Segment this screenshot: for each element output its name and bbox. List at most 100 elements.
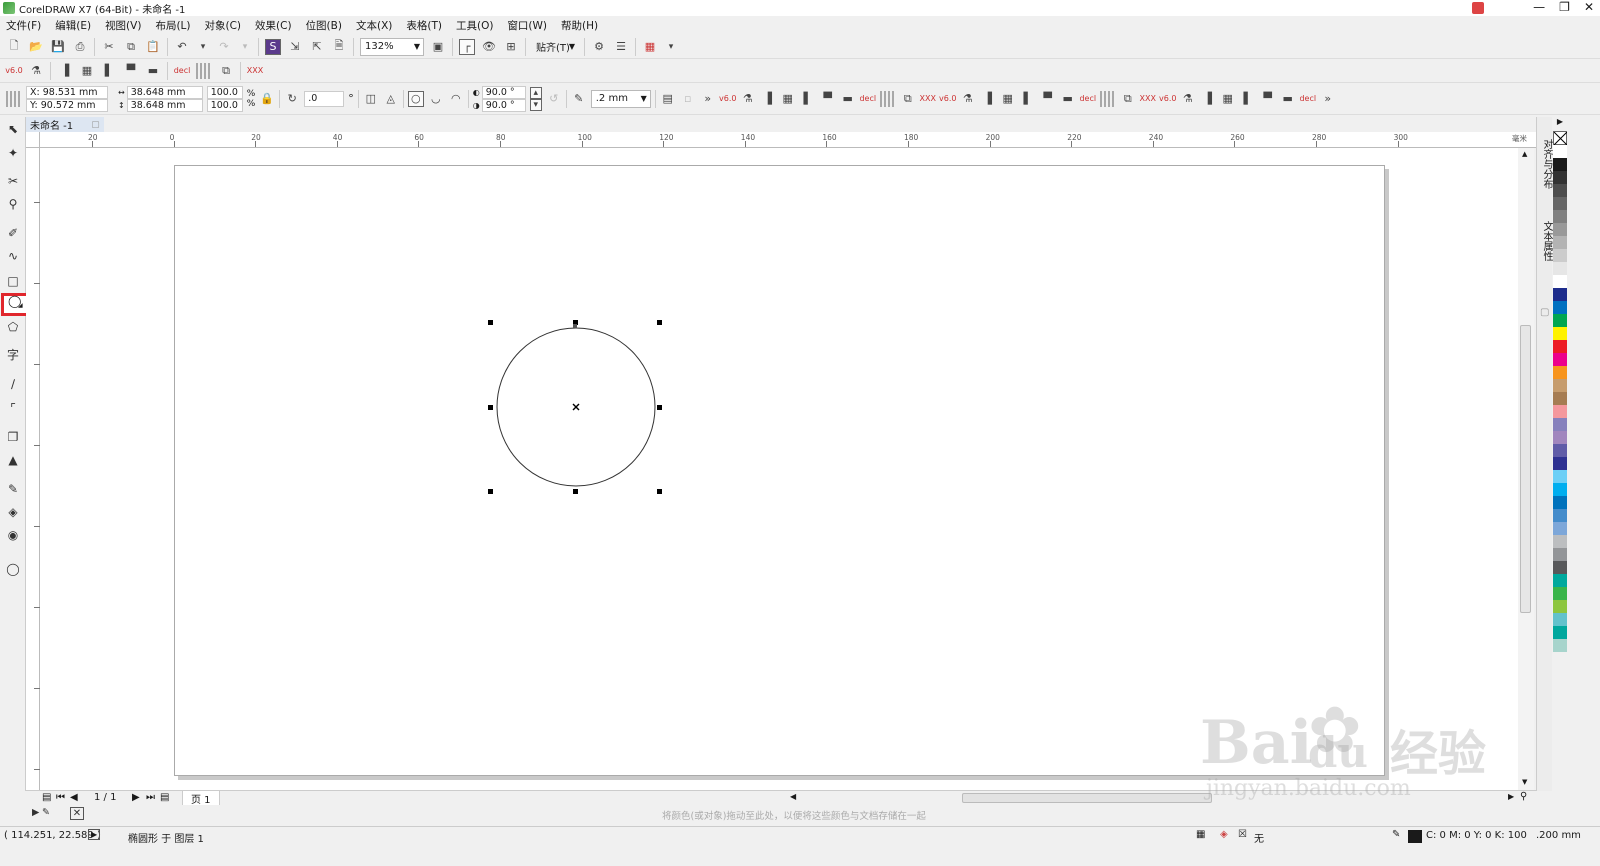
options-icon[interactable]: ⚙ [591, 39, 607, 55]
open-folder-icon[interactable]: 📂 [28, 39, 44, 55]
search-content-icon[interactable]: S [265, 38, 281, 55]
align-top-icon[interactable]: ▀ [123, 63, 139, 79]
application-launcher-icon[interactable]: ☰ [613, 39, 629, 55]
convert-to-curves-icon[interactable]: ▫ [680, 91, 696, 107]
scale-x-field[interactable]: 100.0 [206, 85, 243, 99]
color-swatch[interactable] [1553, 405, 1567, 418]
align-center-icon[interactable]: ▦ [780, 91, 796, 107]
polygon-tool-icon[interactable]: ⬠ [4, 318, 22, 336]
menu-text[interactable]: 文本(X) [356, 18, 392, 33]
smart-fill-tool-icon[interactable]: ◉ [4, 526, 22, 544]
color-swatch[interactable] [1553, 626, 1567, 639]
macro-users-icon[interactable]: ⚗ [28, 63, 44, 79]
paste-icon[interactable]: 📋 [145, 39, 161, 55]
macro-v60-icon[interactable]: v6.0 [719, 91, 736, 107]
macro-v60-icon[interactable]: v6.0 [939, 91, 956, 107]
menu-view[interactable]: 视图(V) [105, 18, 141, 33]
color-swatch[interactable] [1553, 314, 1567, 327]
ellipse-node[interactable] [573, 324, 577, 328]
end-angle-field[interactable]: 90.0 ° [481, 98, 526, 112]
align-middle-icon[interactable]: ▬ [1060, 91, 1076, 107]
selection-handle[interactable] [488, 320, 493, 325]
add-tab-icon[interactable]: ▢ [91, 120, 100, 130]
connector-tool-icon[interactable]: ⌜ [4, 399, 22, 417]
color-swatch[interactable] [1553, 561, 1567, 574]
wrap-text-icon[interactable]: ▤ [660, 91, 676, 107]
document-tab[interactable]: 未命名 -1 ▢ [26, 117, 104, 132]
scroll-up-icon[interactable]: ▲ [1522, 150, 1527, 158]
last-page-icon[interactable]: ⏭ [146, 792, 155, 803]
status-play-icon[interactable]: ▶ [88, 829, 101, 840]
color-swatch[interactable] [1553, 574, 1567, 587]
macro-v60-icon[interactable]: v6.0 [1159, 91, 1176, 107]
transparency-tool-icon[interactable]: ▲ [4, 451, 22, 469]
color-swatch[interactable] [1553, 353, 1567, 366]
color-swatch[interactable] [1553, 158, 1567, 171]
menu-layout[interactable]: 布局(L) [155, 18, 190, 33]
color-swatch[interactable] [1553, 457, 1567, 470]
selection-handle[interactable] [657, 405, 662, 410]
import-icon[interactable]: ⇲ [287, 39, 303, 55]
snap-to-select[interactable]: 贴齐(T) ▼ [532, 38, 578, 56]
color-swatch[interactable] [1553, 262, 1567, 275]
angle-up-icon[interactable]: ▴ [529, 86, 542, 99]
align-middle-icon[interactable]: ▬ [1280, 91, 1296, 107]
align-center-icon[interactable]: ▦ [79, 63, 95, 79]
mirror-vertical-icon[interactable]: ◬ [383, 91, 399, 107]
freehand-tool-icon[interactable]: ✐ [4, 224, 22, 242]
color-swatch[interactable] [1553, 327, 1567, 340]
color-swatch[interactable] [1553, 613, 1567, 626]
artistic-media-tool-icon[interactable]: ∿ [4, 247, 22, 265]
color-swatch[interactable] [1553, 366, 1567, 379]
y-position-field[interactable]: Y: 90.572 mm [26, 98, 108, 112]
scale-y-field[interactable]: 100.0 [206, 98, 243, 112]
print-icon[interactable]: ⎙ [72, 39, 88, 55]
color-swatch[interactable] [1553, 340, 1567, 353]
palette-scroll-up-icon[interactable]: ▶ [1552, 117, 1568, 131]
cut-icon[interactable]: ✂ [101, 39, 117, 55]
minimize-icon[interactable]: — [1533, 0, 1545, 14]
color-swatch[interactable] [1553, 236, 1567, 249]
start-angle-field[interactable]: 90.0 ° [481, 85, 526, 99]
zoom-navigator-icon[interactable]: ⚲ [1520, 791, 1527, 802]
save-icon[interactable]: 💾 [50, 39, 66, 55]
distribute-icon[interactable] [1099, 90, 1116, 107]
view-mode-icon[interactable]: 👁 [481, 39, 497, 55]
page-options-icon[interactable]: ▤ [42, 792, 51, 803]
macro-v60-icon[interactable]: v6.0 [5, 63, 22, 79]
menu-bitmaps[interactable]: 位图(B) [306, 18, 342, 33]
align-right-icon[interactable]: ▌ [800, 91, 816, 107]
x-position-field[interactable]: X: 98.531 mm [26, 85, 108, 99]
color-swatch[interactable] [1553, 301, 1567, 314]
show-guidelines-icon[interactable]: ⊞ [503, 39, 519, 55]
shape-tool-icon[interactable]: ✦ [4, 144, 22, 162]
menu-file[interactable]: 文件(F) [6, 18, 41, 33]
xxx-macro-icon[interactable]: XXX [1140, 91, 1156, 107]
outline-pen-icon[interactable]: ✎ [571, 91, 587, 107]
align-top-icon[interactable]: ▀ [1260, 91, 1276, 107]
layers-icon[interactable]: ⧉ [900, 91, 916, 107]
macro-users-icon[interactable]: ⚗ [740, 91, 756, 107]
chevron-down-icon[interactable]: ▾ [664, 40, 678, 54]
color-swatch[interactable] [1553, 509, 1567, 522]
color-swatch[interactable] [1553, 145, 1567, 158]
menu-tools[interactable]: 工具(O) [456, 18, 493, 33]
scroll-right-icon[interactable]: ▶ [1508, 792, 1514, 801]
rotation-field[interactable]: .0 [304, 90, 345, 107]
redo-dropdown-icon[interactable]: ▾ [238, 40, 252, 54]
ellipse-object[interactable] [484, 316, 666, 498]
menu-object[interactable]: 对象(C) [205, 18, 242, 33]
ruler-origin-icon[interactable] [26, 132, 40, 148]
show-rulers-icon[interactable]: ┌ [459, 38, 475, 55]
maximize-icon[interactable]: ❐ [1559, 0, 1570, 14]
next-page-icon[interactable]: ▶ [132, 792, 140, 803]
menu-help[interactable]: 帮助(H) [561, 18, 598, 33]
xxx-macro-icon[interactable]: XXX [247, 63, 263, 79]
undo-dropdown-icon[interactable]: ▾ [196, 40, 210, 54]
close-icon[interactable]: ✕ [1584, 0, 1594, 14]
copy-icon[interactable]: ⧉ [123, 39, 139, 55]
undo-icon[interactable]: ↶ [174, 39, 190, 55]
decl-icon[interactable]: decl [1299, 91, 1316, 107]
height-field[interactable]: 38.648 mm [126, 98, 203, 112]
color-swatch[interactable] [1553, 197, 1567, 210]
